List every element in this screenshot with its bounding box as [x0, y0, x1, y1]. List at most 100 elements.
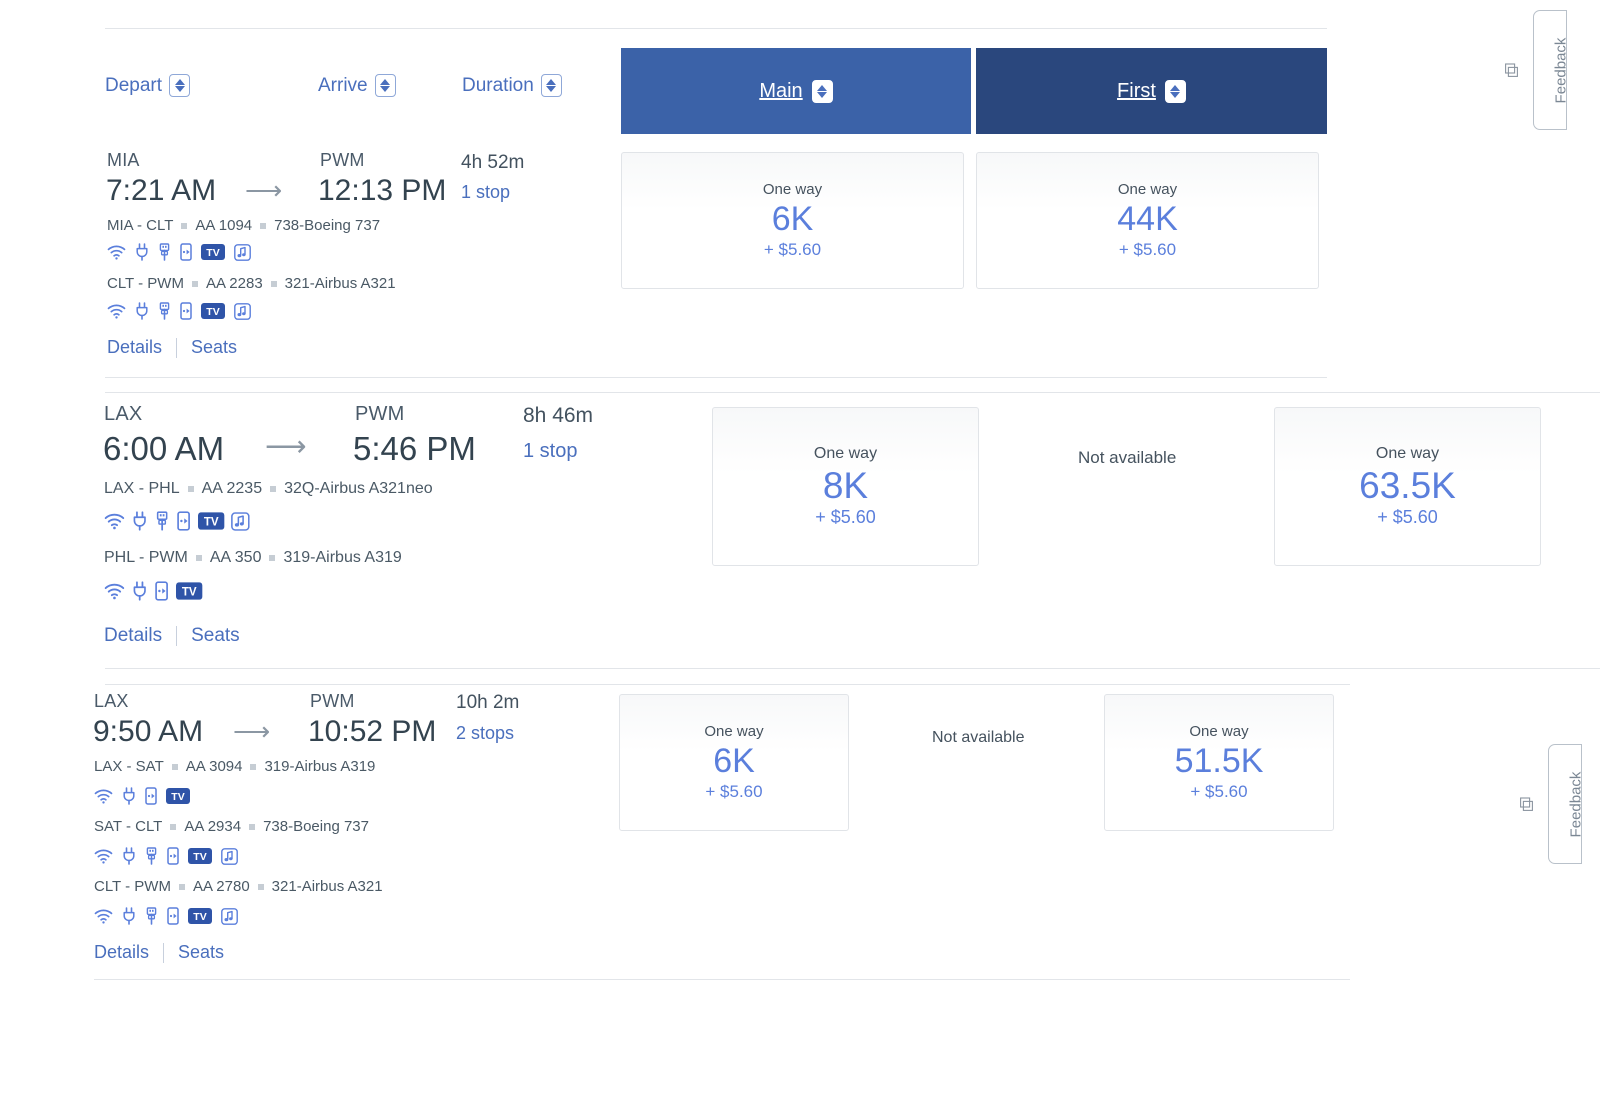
cabin-tab-main[interactable]: Main: [621, 48, 971, 134]
row-divider: [94, 979, 1350, 980]
segment-flight: AA 2283: [205, 275, 263, 292]
details-link[interactable]: Details: [107, 337, 162, 358]
segment-route: CLT - PWM: [94, 878, 171, 895]
row-divider: [105, 377, 1327, 378]
segment-info: PHL - PWM AA 350 319-Airbus A319: [104, 549, 402, 567]
origin-code: MIA: [107, 150, 140, 170]
separator-dot: [195, 555, 202, 561]
segment-route: LAX - PHL: [104, 480, 180, 497]
fare-amount: 63.5K: [1359, 464, 1456, 506]
usb-icon: [146, 847, 157, 865]
feedback-tab[interactable]: Feedback: [1504, 10, 1569, 130]
wifi-icon: [104, 513, 125, 529]
row-links: Details Seats: [107, 337, 237, 358]
segment-route: MIA - CLT: [107, 217, 174, 234]
stops-link[interactable]: 2 stops: [456, 723, 514, 744]
sort-icon[interactable]: [1164, 79, 1186, 103]
segment-aircraft: 319-Airbus A319: [264, 758, 376, 775]
fare-tax: + $5.60: [705, 781, 763, 801]
svg-text:TV: TV: [182, 586, 197, 598]
wifi-icon: [107, 245, 126, 260]
tv-icon: TV: [201, 244, 225, 260]
arrow-icon: ⟶: [245, 175, 283, 205]
amenities-list: TV: [104, 511, 250, 531]
sort-icon[interactable]: [169, 74, 191, 97]
duration-value: 10h 2m: [456, 692, 520, 713]
separator-dot: [257, 883, 264, 890]
streaming-device-icon: [177, 511, 190, 531]
feedback-tab-label: Feedback: [1552, 37, 1569, 103]
segment-aircraft: 321-Airbus A321: [284, 275, 396, 292]
feedback-tab[interactable]: Feedback: [1519, 744, 1584, 864]
fare-card-main[interactable]: One way 6K + $5.60: [619, 694, 849, 831]
destination-code: PWM: [355, 403, 405, 425]
tv-icon: TV: [198, 512, 225, 530]
seats-link[interactable]: Seats: [178, 942, 224, 963]
streaming-device-icon: [155, 581, 168, 601]
column-header-depart[interactable]: Depart: [105, 74, 191, 97]
row-links: Details Seats: [104, 625, 240, 647]
stops-link[interactable]: 1 stop: [461, 182, 510, 203]
fare-tax: + $5.60: [1190, 781, 1248, 801]
origin-code: LAX: [94, 691, 129, 711]
destination-code: PWM: [320, 150, 365, 170]
segment-aircraft: 321-Airbus A321: [271, 878, 383, 895]
fare-card-first[interactable]: One way 51.5K + $5.60: [1104, 694, 1334, 831]
separator-dot: [269, 555, 276, 561]
sort-icon[interactable]: [811, 79, 833, 103]
separator-dot: [270, 486, 277, 492]
column-header-arrive[interactable]: Arrive: [318, 74, 396, 97]
depart-time: 9:50 AM: [93, 715, 204, 748]
destination-code: PWM: [310, 691, 355, 711]
fare-not-available: Not available: [1078, 448, 1177, 467]
segment-info: SAT - CLT AA 2934 738-Boeing 737: [94, 818, 369, 835]
stops-link[interactable]: 1 stop: [523, 440, 577, 463]
separator-dot: [170, 823, 177, 830]
segment-route: LAX - SAT: [94, 758, 164, 775]
details-link[interactable]: Details: [104, 625, 162, 647]
fare-tax: + $5.60: [815, 507, 876, 528]
external-link-icon: [1519, 797, 1538, 811]
row-links: Details Seats: [94, 942, 224, 963]
fare-card-main[interactable]: One way 6K + $5.60: [621, 152, 964, 289]
details-link[interactable]: Details: [94, 942, 149, 963]
power-outlet-icon: [123, 907, 135, 925]
column-header-arrive-label: Arrive: [318, 74, 368, 96]
fare-label: One way: [1375, 444, 1440, 462]
separator-dot: [171, 763, 178, 770]
sort-icon[interactable]: [374, 74, 396, 97]
fare-label: One way: [813, 444, 878, 462]
separator-dot: [250, 763, 257, 770]
fare-not-available: Not available: [932, 729, 1025, 746]
power-outlet-icon: [136, 243, 148, 261]
fare-label: One way: [1117, 181, 1178, 199]
wifi-icon: [94, 789, 113, 804]
music-icon: [234, 302, 251, 320]
seats-link[interactable]: Seats: [191, 625, 240, 647]
streaming-device-icon: [145, 787, 157, 805]
seats-link[interactable]: Seats: [191, 337, 237, 358]
segment-flight: AA 2235: [201, 480, 263, 497]
segment-flight: AA 2934: [184, 818, 242, 835]
arrive-time: 10:52 PM: [308, 715, 437, 748]
results-header: Depart Arrive Duration Main First: [105, 48, 1327, 134]
fare-card-first[interactable]: One way 44K + $5.60: [976, 152, 1319, 289]
amenities-list: TV: [107, 243, 251, 261]
separator-dot: [187, 486, 194, 492]
column-header-duration[interactable]: Duration: [462, 74, 562, 97]
svg-text:TV: TV: [204, 516, 219, 528]
column-header-depart-label: Depart: [105, 74, 163, 96]
cabin-tab-first[interactable]: First: [976, 48, 1327, 134]
separator-dot: [270, 280, 277, 287]
sort-icon[interactable]: [540, 74, 562, 97]
fare-card-main[interactable]: One way 8K + $5.60: [712, 407, 979, 566]
fare-card-first[interactable]: One way 63.5K + $5.60: [1274, 407, 1541, 566]
tv-icon: TV: [166, 788, 190, 804]
music-icon: [234, 243, 251, 261]
amenities-list: TV: [94, 907, 238, 925]
music-icon: [221, 847, 238, 865]
segment-info: MIA - CLT AA 1094 738-Boeing 737: [107, 217, 380, 234]
segment-flight: AA 2780: [192, 878, 250, 895]
power-outlet-icon: [133, 581, 146, 601]
wifi-icon: [104, 583, 125, 599]
